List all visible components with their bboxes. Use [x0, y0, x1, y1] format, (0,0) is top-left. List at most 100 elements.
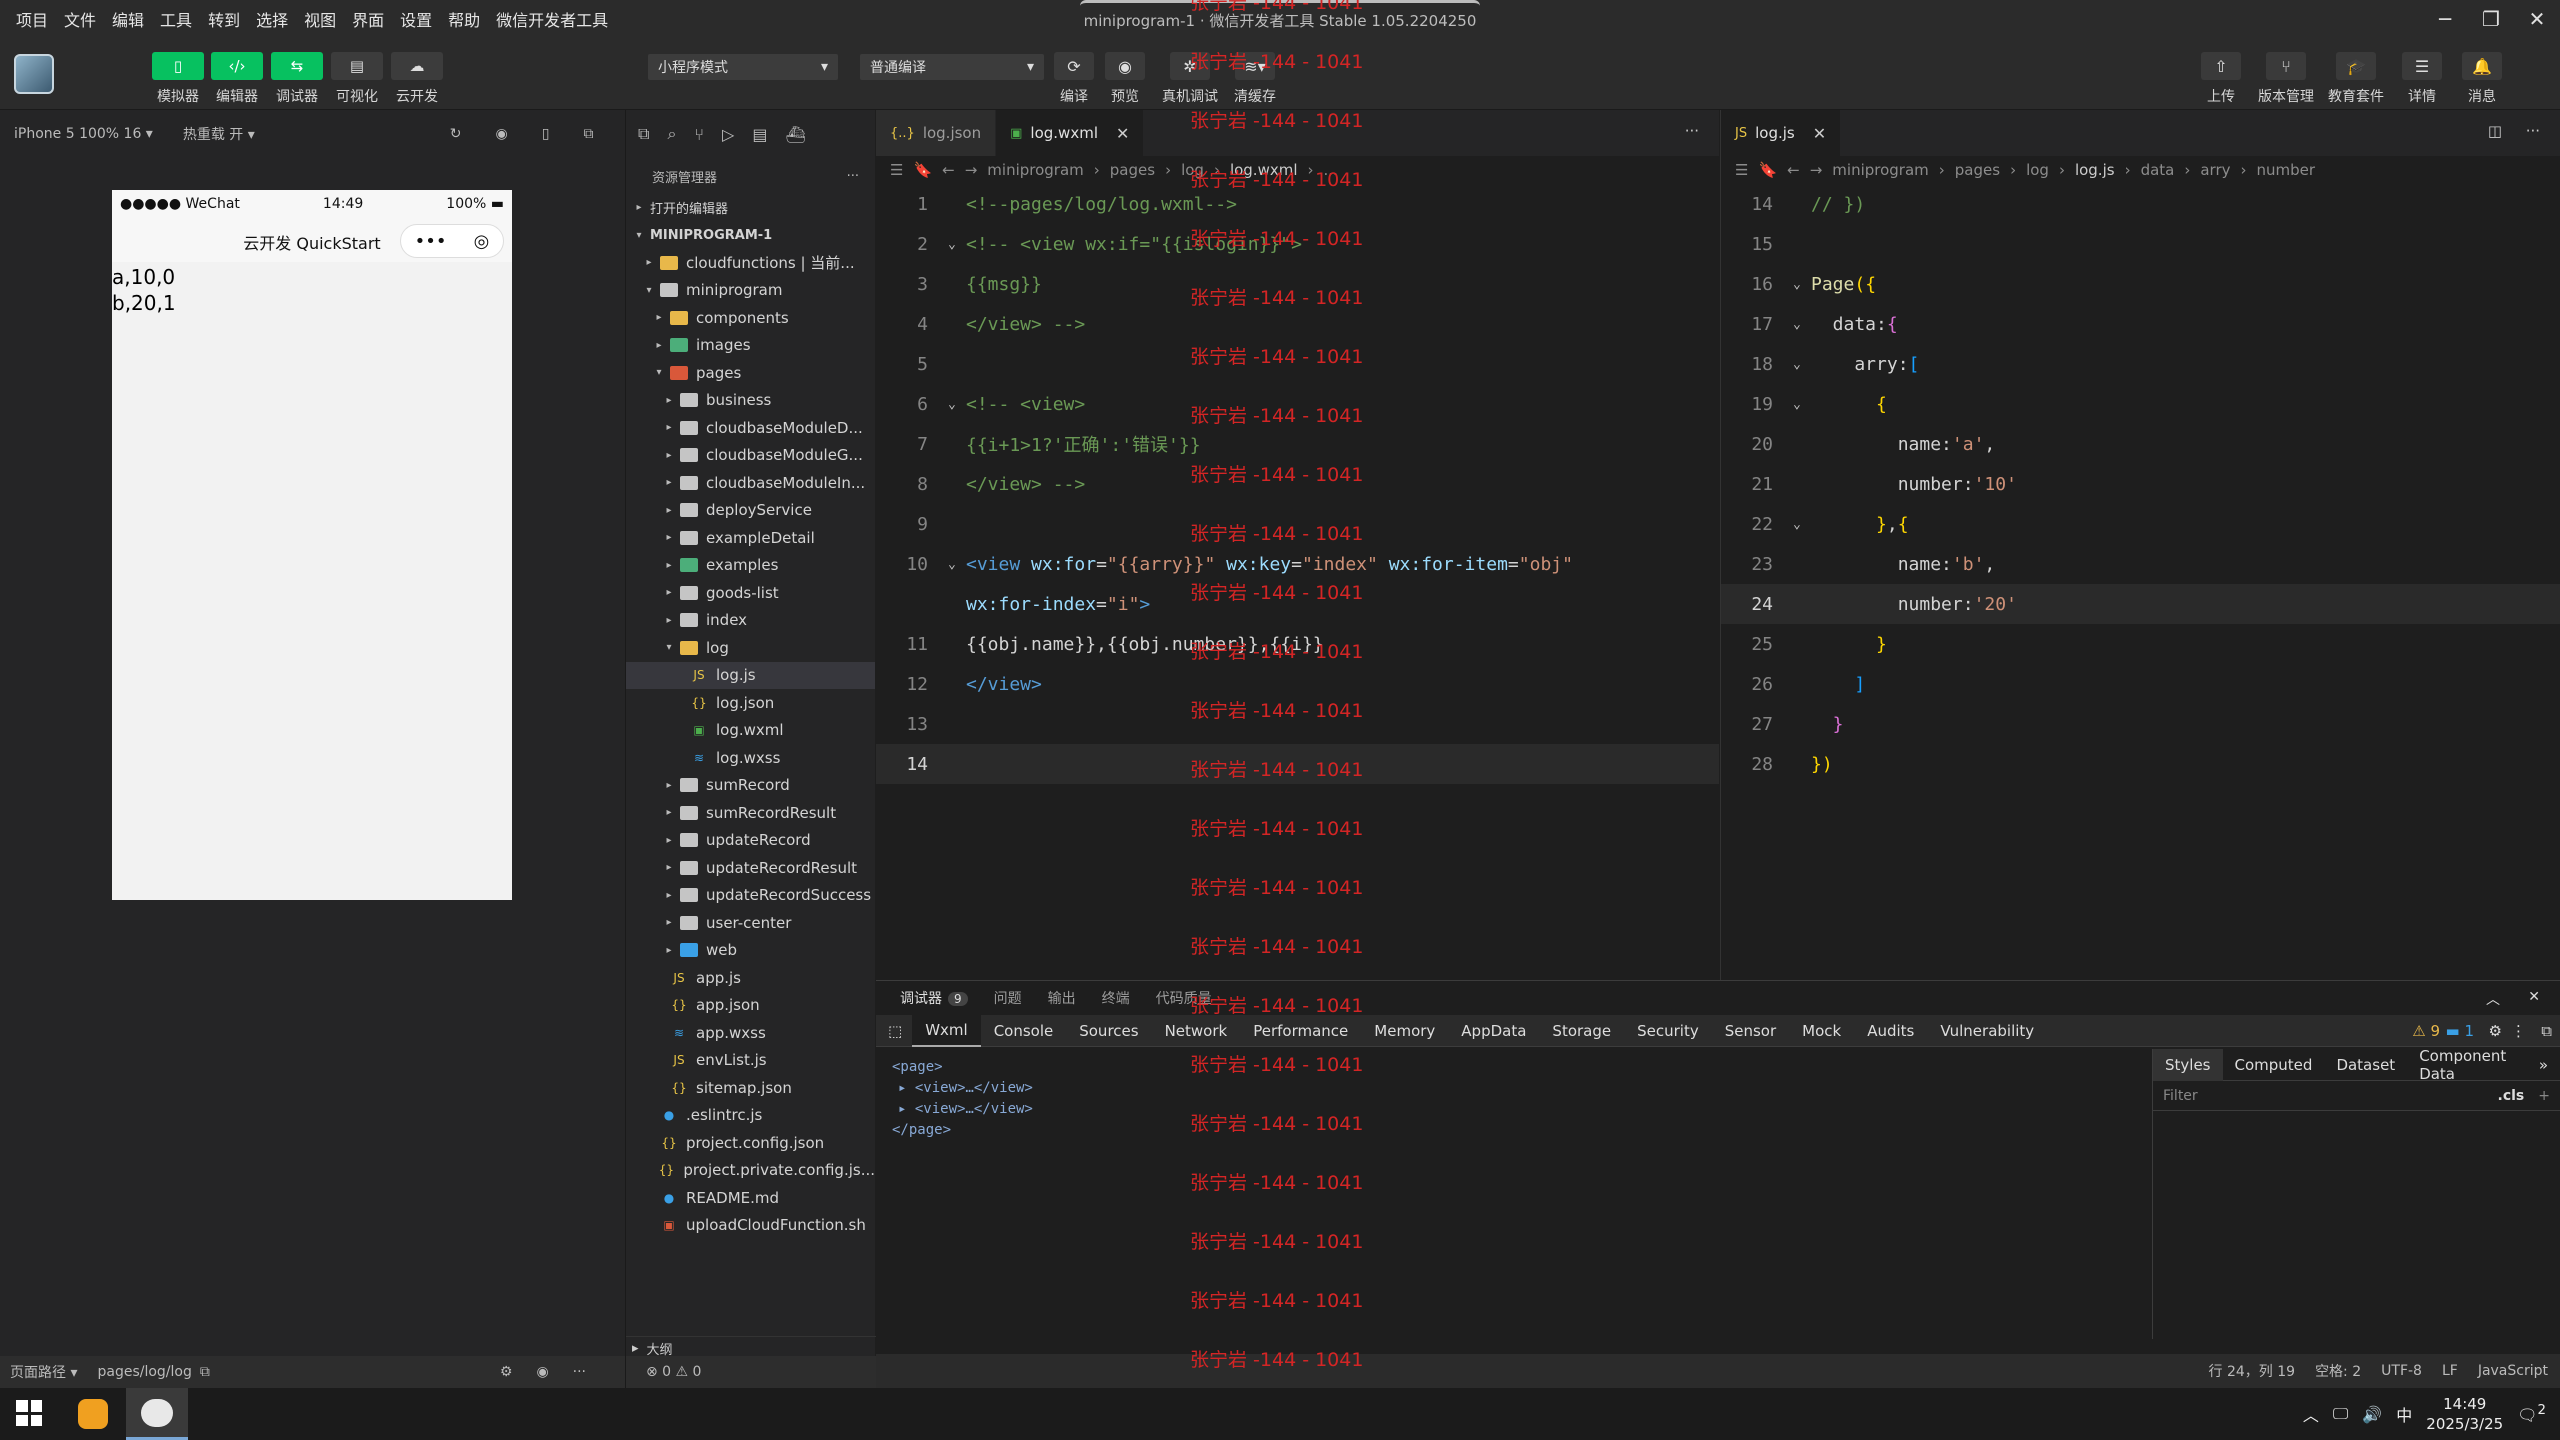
- tab-log-wxml[interactable]: ▣ log.wxml ✕: [996, 110, 1144, 156]
- fold-chevron-icon[interactable]: ⌄: [1793, 277, 1811, 292]
- code-line[interactable]: 9: [876, 504, 1719, 544]
- devtools-tab[interactable]: Sensor: [1712, 1015, 1789, 1047]
- menu-item[interactable]: 项目: [0, 7, 56, 31]
- menu-item[interactable]: 界面: [344, 7, 392, 31]
- back-icon[interactable]: ←: [1787, 161, 1800, 179]
- inspect-icon[interactable]: ⬚: [876, 1022, 912, 1040]
- devtools-tab[interactable]: Vulnerability: [1927, 1015, 2047, 1047]
- devtools-tab[interactable]: AppData: [1448, 1015, 1539, 1047]
- compile-select[interactable]: 普通编译 ▾: [860, 54, 1044, 80]
- code-line[interactable]: 17 ⌄ data:{: [1721, 304, 2560, 344]
- tree-item[interactable]: {} sitemap.json: [626, 1074, 875, 1102]
- messages-button[interactable]: 🔔 消息: [2455, 52, 2509, 106]
- fold-chevron-icon[interactable]: ⌄: [1793, 357, 1811, 372]
- tree-item[interactable]: ▣ uploadCloudFunction.sh: [626, 1212, 875, 1240]
- fold-chevron-icon[interactable]: ⌄: [1793, 317, 1811, 332]
- tab-dataset[interactable]: Dataset: [2324, 1049, 2407, 1081]
- fold-chevron-icon[interactable]: ⌄: [1793, 397, 1811, 412]
- devtools-tab[interactable]: Memory: [1361, 1015, 1448, 1047]
- phone-screen[interactable]: ●●●●● WeChat 14:49 100% ▬ 云开发 QuickStart…: [112, 190, 512, 900]
- tree-item[interactable]: {} project.private.config.js...: [626, 1157, 875, 1185]
- tree-item[interactable]: ▸ cloudbaseModuleD...: [626, 414, 875, 442]
- devtools-tab[interactable]: Performance: [1240, 1015, 1361, 1047]
- maximize-icon[interactable]: ❐: [2468, 0, 2514, 38]
- list-icon[interactable]: ☰: [1735, 161, 1748, 179]
- tree-item[interactable]: JS app.js: [626, 964, 875, 992]
- devtools-tab[interactable]: Wxml: [912, 1014, 981, 1047]
- tree-item[interactable]: ▸ web: [626, 937, 875, 965]
- tree-item[interactable]: ▸ business: [626, 387, 875, 415]
- code-line[interactable]: 4 </view> -->: [876, 304, 1719, 344]
- tree-item[interactable]: ▸ cloudfunctions | 当前...: [626, 249, 875, 277]
- devtools-tab[interactable]: Console: [981, 1015, 1067, 1047]
- code-line[interactable]: 25 }: [1721, 624, 2560, 664]
- tree-item[interactable]: ▸ components: [626, 304, 875, 332]
- code-line[interactable]: 28}): [1721, 744, 2560, 784]
- code-line[interactable]: 20 name:'a',: [1721, 424, 2560, 464]
- tab-log-json[interactable]: {..} log.json: [876, 110, 996, 156]
- tree-item[interactable]: ▸ sumRecord: [626, 772, 875, 800]
- compile-button[interactable]: ⟳ 编译: [1047, 52, 1101, 106]
- devtools-tab[interactable]: Mock: [1789, 1015, 1854, 1047]
- tree-item[interactable]: ▸ updateRecord: [626, 827, 875, 855]
- visual-button[interactable]: ▤ 可视化: [327, 52, 387, 106]
- windows-start-icon[interactable]: [16, 1400, 42, 1426]
- tree-item[interactable]: ≋ app.wxss: [626, 1019, 875, 1047]
- code-line[interactable]: 1 <!--pages/log/log.wxml-->: [876, 184, 1719, 224]
- upload-button[interactable]: ⇧ 上传: [2194, 52, 2248, 106]
- tree-item[interactable]: ● README.md: [626, 1184, 875, 1212]
- minimize-icon[interactable]: ─: [2422, 0, 2468, 38]
- code-line[interactable]: 14: [876, 744, 1719, 784]
- tab-debugger[interactable]: 调试器 9: [900, 988, 968, 1008]
- tree-item[interactable]: ▸ deployService: [626, 497, 875, 525]
- tree-item[interactable]: ● .eslintrc.js: [626, 1102, 875, 1130]
- tree-item[interactable]: {} log.json: [626, 689, 875, 717]
- code-line[interactable]: 13: [876, 704, 1719, 744]
- devtools-tab[interactable]: Audits: [1854, 1015, 1927, 1047]
- record-icon[interactable]: ◉: [496, 126, 508, 142]
- search-icon[interactable]: ⌕: [667, 124, 676, 144]
- page-path-label[interactable]: 页面路径 ▾: [10, 1362, 77, 1382]
- code-line[interactable]: 16 ⌄ Page({: [1721, 264, 2560, 304]
- bookmark-icon[interactable]: 🔖: [1758, 161, 1777, 179]
- devtools-tab[interactable]: Security: [1624, 1015, 1712, 1047]
- chevron-right-icon[interactable]: »: [2527, 1049, 2560, 1081]
- simulator-button[interactable]: ▯ 模拟器: [148, 52, 208, 106]
- code-line[interactable]: 5: [876, 344, 1719, 384]
- code-line[interactable]: 19 ⌄ {: [1721, 384, 2560, 424]
- clock[interactable]: 14:49 2025/3/25: [2426, 1394, 2503, 1434]
- menu-item[interactable]: 视图: [296, 7, 344, 31]
- info-count[interactable]: ▬ 1: [2446, 1022, 2474, 1040]
- chevron-up-icon[interactable]: ︿: [2486, 989, 2500, 1009]
- education-button[interactable]: 🎓 教育套件: [2328, 52, 2384, 106]
- clear-cache-button[interactable]: ≋▾ 清缓存: [1228, 52, 1282, 106]
- devtools-tab[interactable]: Sources: [1066, 1015, 1151, 1047]
- language-mode[interactable]: JavaScript: [2478, 1363, 2548, 1379]
- tree-item[interactable]: ≋ log.wxss: [626, 744, 875, 772]
- tab-component-data[interactable]: Component Data: [2407, 1047, 2527, 1083]
- taskbar-app-browser[interactable]: [62, 1388, 124, 1440]
- cursor-position[interactable]: 行 24，列 19: [2209, 1361, 2296, 1381]
- network-icon[interactable]: 🖵: [2333, 1404, 2348, 1424]
- fold-chevron-icon[interactable]: ⌄: [948, 237, 966, 252]
- hot-reload-toggle[interactable]: 热重载 开 ▾: [183, 124, 255, 144]
- close-icon[interactable]: ✕: [2514, 0, 2560, 38]
- tree-item[interactable]: ▸ sumRecordResult: [626, 799, 875, 827]
- tree-node[interactable]: ▸ <view>…</view>: [892, 1099, 2135, 1120]
- menu-item[interactable]: 文件: [56, 7, 104, 31]
- tree-item[interactable]: ▸ cloudbaseModuleIn...: [626, 469, 875, 497]
- menu-item[interactable]: 微信开发者工具: [488, 7, 616, 31]
- device-select[interactable]: iPhone 5 100% 16 ▾: [14, 126, 153, 142]
- fold-chevron-icon[interactable]: ⌄: [1793, 517, 1811, 532]
- tree-node[interactable]: </page>: [892, 1120, 2135, 1141]
- tree-item[interactable]: {} project.config.json: [626, 1129, 875, 1157]
- project-section[interactable]: ▾ MINIPROGRAM-1: [626, 222, 875, 250]
- back-icon[interactable]: ←: [942, 161, 955, 179]
- warning-count[interactable]: ⚠ 9: [2412, 1022, 2440, 1040]
- tab-computed[interactable]: Computed: [2223, 1049, 2325, 1081]
- close-target-icon[interactable]: ◎: [474, 231, 490, 252]
- tree-item[interactable]: ▸ updateRecordSuccess: [626, 882, 875, 910]
- popout-icon[interactable]: ⧉: [583, 126, 593, 142]
- code-line[interactable]: 10 ⌄ <view wx:for = "{{arry}}" wx:key = "index…: [876, 544, 1719, 584]
- phone-icon[interactable]: ▯: [542, 126, 550, 142]
